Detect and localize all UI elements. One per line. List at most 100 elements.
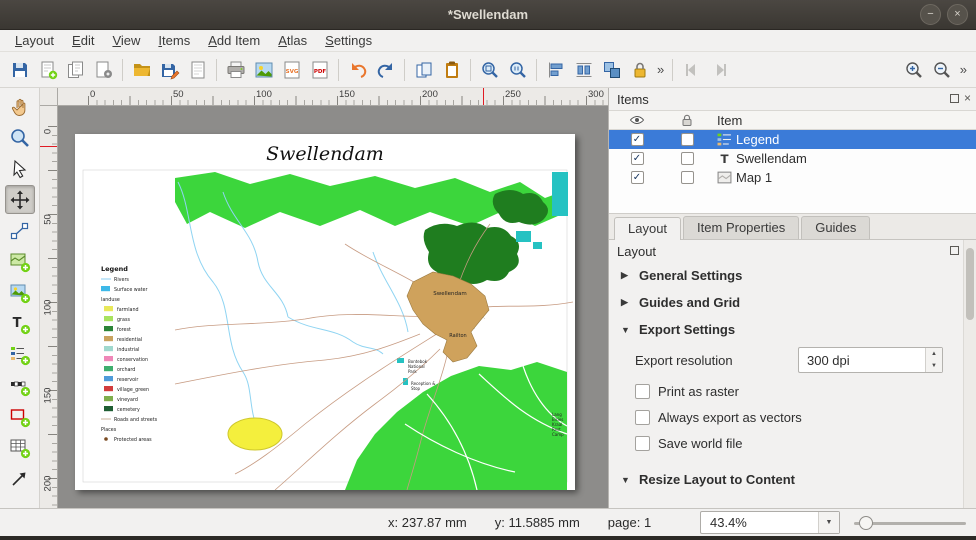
dropdown-arrow-icon[interactable]: ▼ — [818, 512, 839, 533]
copy-button[interactable] — [410, 56, 437, 83]
scrollbar-thumb[interactable] — [966, 248, 974, 320]
tab-layout[interactable]: Layout — [614, 217, 681, 240]
menu-add-item[interactable]: Add Item — [199, 31, 269, 50]
save-world-file-checkbox[interactable] — [635, 436, 650, 451]
minimize-button[interactable]: − — [920, 4, 941, 25]
section-guides-and-grid[interactable]: ▶ Guides and Grid — [609, 289, 963, 316]
close-button[interactable]: × — [947, 4, 968, 25]
save-as-template-button[interactable] — [156, 56, 183, 83]
layout-page[interactable]: Swellendam — [75, 134, 575, 490]
ruler-label: 50 — [43, 212, 54, 228]
visibility-checkbox[interactable]: ✓ — [631, 133, 644, 146]
export-resolution-spinbox[interactable]: 300 dpi ▲ ▼ — [798, 347, 943, 373]
export-image-button[interactable] — [250, 56, 277, 83]
panel-scrollbar[interactable] — [963, 240, 976, 508]
add-label-button[interactable]: T — [5, 309, 35, 338]
select-move-tool-button[interactable] — [5, 154, 35, 183]
zoom-slider[interactable] — [854, 522, 966, 525]
add-pages-button[interactable] — [184, 56, 211, 83]
zoom-level-combobox[interactable]: 43.4% ▼ — [700, 511, 840, 534]
zoom-actual-button[interactable] — [504, 56, 531, 83]
undo-button[interactable] — [344, 56, 371, 83]
menu-settings[interactable]: Settings — [316, 31, 381, 50]
lock-items-button[interactable] — [626, 56, 653, 83]
menu-edit[interactable]: Edit — [63, 31, 103, 50]
next-icon — [710, 60, 730, 80]
spin-down-icon[interactable]: ▼ — [926, 360, 942, 372]
atlas-prev-button[interactable] — [678, 56, 705, 83]
add-table-icon — [9, 437, 31, 459]
window-title: *Swellendam — [448, 7, 528, 22]
item-row-legend[interactable]: ✓ Legend — [609, 130, 976, 149]
add-legend-button[interactable] — [5, 340, 35, 369]
lock-icon — [630, 60, 650, 80]
undo-icon — [348, 60, 368, 80]
item-row-swellendam[interactable]: ✓ T Swellendam — [609, 149, 976, 168]
visibility-checkbox[interactable]: ✓ — [631, 152, 644, 165]
menu-layout[interactable]: Layout — [6, 31, 63, 50]
section-general-settings[interactable]: ▶ General Settings — [609, 262, 963, 289]
add-picture-button[interactable] — [5, 278, 35, 307]
tab-guides[interactable]: Guides — [801, 216, 870, 239]
group-items-button[interactable] — [598, 56, 625, 83]
print-as-raster-checkbox[interactable] — [635, 384, 650, 399]
edit-nodes-tool-button[interactable] — [5, 216, 35, 245]
open-template-button[interactable] — [128, 56, 155, 83]
always-export-vectors-checkbox[interactable] — [635, 410, 650, 425]
section-resize-layout[interactable]: ▼ Resize Layout to Content — [609, 466, 963, 493]
menu-atlas[interactable]: Atlas — [269, 31, 316, 50]
svg-text:landuse: landuse — [101, 297, 120, 303]
cursor-arrow-icon — [9, 158, 31, 180]
add-arrow-button[interactable] — [5, 464, 35, 493]
zoom-out-button[interactable] — [929, 56, 956, 83]
pan-tool-button[interactable] — [5, 92, 35, 121]
town-label: Swellendam — [433, 291, 467, 297]
item-row-map1[interactable]: ✓ Map 1 — [609, 168, 976, 187]
svg-text:Stop: Stop — [411, 386, 421, 391]
lock-checkbox[interactable] — [681, 133, 694, 146]
layout-canvas[interactable]: Swellendam — [58, 106, 608, 508]
page-gear-icon — [94, 60, 114, 80]
menubar: Layout Edit View Items Add Item Atlas Se… — [0, 30, 976, 52]
atlas-next-button[interactable] — [706, 56, 733, 83]
section-export-settings[interactable]: ▼ Export Settings — [609, 316, 963, 343]
align-items-button[interactable] — [542, 56, 569, 83]
paste-button[interactable] — [438, 56, 465, 83]
tab-item-properties[interactable]: Item Properties — [683, 216, 799, 239]
vertical-ruler[interactable]: 0 50 100 150 200 — [40, 106, 58, 508]
float-panel-icon[interactable] — [950, 94, 959, 103]
print-button[interactable] — [222, 56, 249, 83]
save-project-button[interactable] — [6, 56, 33, 83]
horizontal-ruler[interactable]: 0 50 100 150 200 250 300 — [58, 88, 608, 106]
export-pdf-button[interactable]: PDF — [306, 56, 333, 83]
add-scalebar-button[interactable] — [5, 371, 35, 400]
spin-up-icon[interactable]: ▲ — [926, 348, 942, 360]
lock-checkbox[interactable] — [681, 171, 694, 184]
close-panel-icon[interactable]: × — [964, 92, 971, 104]
zoom-tool-button[interactable] — [5, 123, 35, 152]
export-svg-button[interactable]: SVG — [278, 56, 305, 83]
redo-button[interactable] — [372, 56, 399, 83]
zoom-in-button[interactable] — [901, 56, 928, 83]
svg-text:Roads and streets: Roads and streets — [114, 417, 158, 423]
add-table-button[interactable] — [5, 433, 35, 462]
add-shape-button[interactable] — [5, 402, 35, 431]
float-panel-icon[interactable] — [950, 246, 959, 255]
move-content-tool-button[interactable] — [5, 185, 35, 214]
menu-items[interactable]: Items — [149, 31, 199, 50]
duplicate-layout-button[interactable] — [62, 56, 89, 83]
lock-checkbox[interactable] — [681, 152, 694, 165]
distribute-items-button[interactable] — [570, 56, 597, 83]
checkbox-label: Always export as vectors — [658, 410, 802, 425]
zoom-full-button[interactable] — [476, 56, 503, 83]
layout-manager-button[interactable] — [90, 56, 117, 83]
toolbar-overflow-right-button[interactable]: » — [957, 62, 970, 77]
visibility-checkbox[interactable]: ✓ — [631, 171, 644, 184]
lock-column-header — [665, 113, 709, 127]
toolbar-zoom-group: » — [901, 56, 970, 83]
add-map-button[interactable] — [5, 247, 35, 276]
new-layout-button[interactable] — [34, 56, 61, 83]
zoom-slider-handle[interactable] — [859, 516, 873, 530]
menu-view[interactable]: View — [103, 31, 149, 50]
toolbar-overflow-button[interactable]: » — [654, 62, 667, 77]
